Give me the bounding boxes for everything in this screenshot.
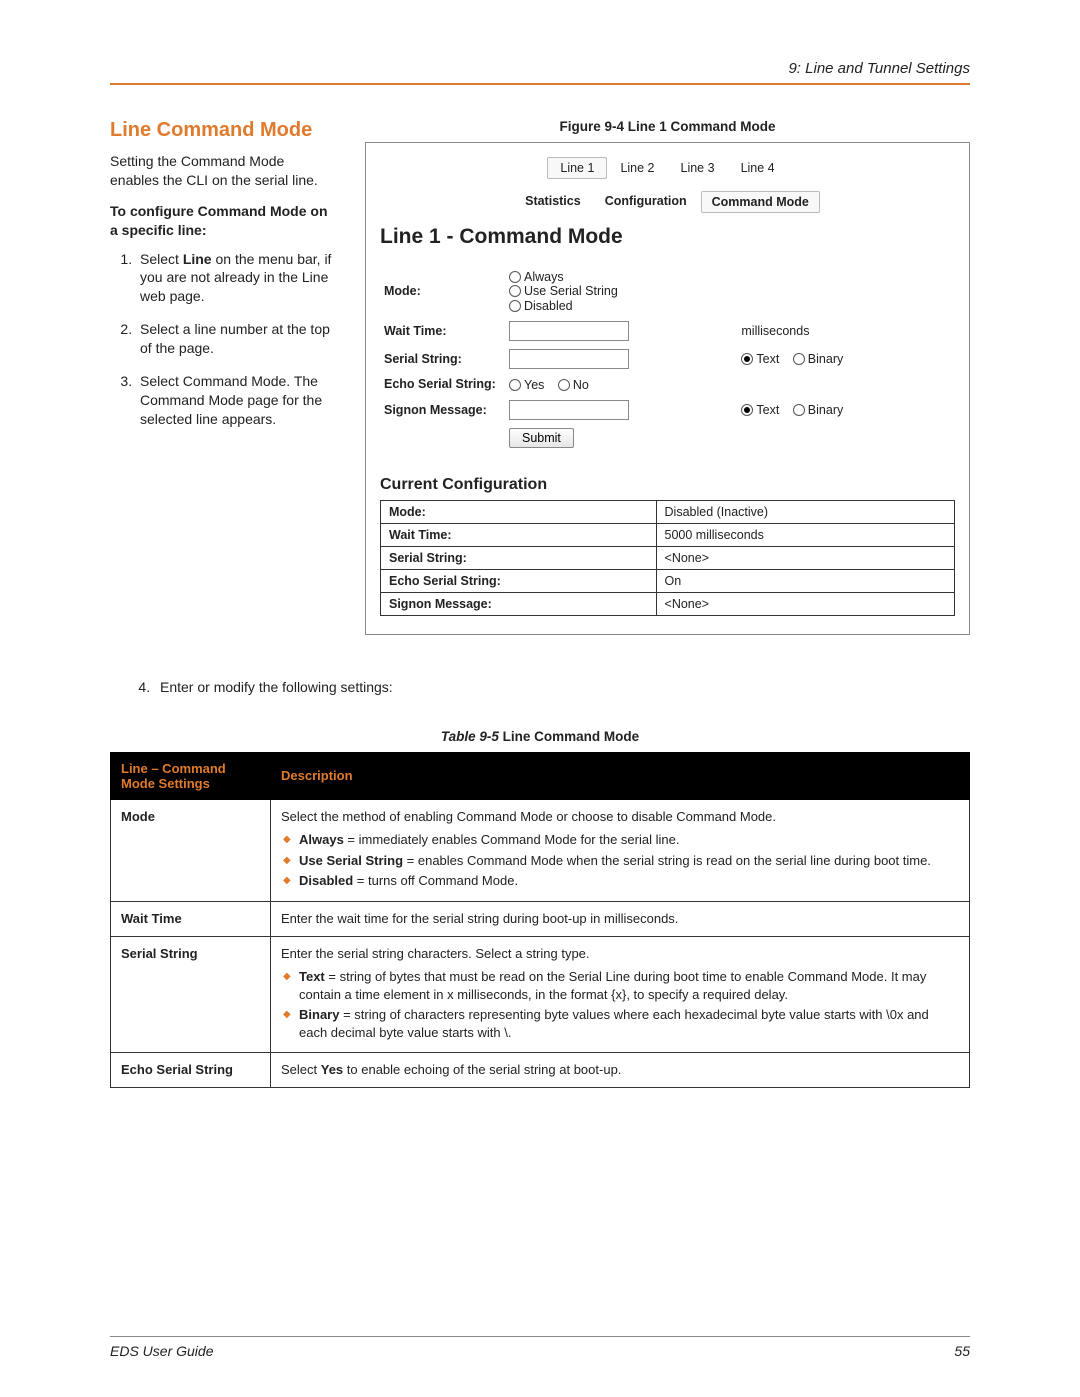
row-mode-label: Mode (111, 799, 271, 901)
section-intro: Setting the Command Mode enables the CLI… (110, 152, 335, 190)
page-title: Line 1 - Command Mode (380, 225, 955, 249)
row-wait-label: Wait Time (111, 902, 271, 937)
wait-unit: milliseconds (737, 317, 955, 345)
mode-radio-serial[interactable] (509, 285, 521, 297)
line-tab-1[interactable]: Line 1 (547, 157, 607, 179)
serial-input[interactable] (509, 349, 629, 369)
cc-v-4: <None> (656, 592, 954, 615)
current-config-table: Mode:Disabled (Inactive) Wait Time:5000 … (380, 500, 955, 616)
cc-k-3: Echo Serial String: (381, 569, 657, 592)
row-echo-label: Echo Serial String (111, 1053, 271, 1088)
section-title: Line Command Mode (110, 119, 335, 142)
col2-header: Description (271, 752, 970, 799)
echo-label: Echo Serial String: (380, 373, 505, 396)
subtab-command-mode[interactable]: Command Mode (701, 191, 820, 213)
serial-type-binary: Binary (808, 352, 843, 366)
cc-k-2: Serial String: (381, 546, 657, 569)
mode-option-serial: Use Serial String (524, 284, 618, 298)
submit-button[interactable]: Submit (509, 428, 574, 448)
footer-page: 55 (954, 1343, 970, 1359)
serial-type-binary-radio[interactable] (793, 353, 805, 365)
header-rule (110, 83, 970, 85)
mode-radio-always[interactable] (509, 271, 521, 283)
step-3: Select Command Mode. The Command Mode pa… (136, 372, 335, 429)
step-1: Select Line on the menu bar, if you are … (136, 250, 335, 307)
echo-no: No (573, 378, 589, 392)
row-mode-desc: Select the method of enabling Command Mo… (271, 799, 970, 901)
serial-type-text: Text (756, 352, 779, 366)
signon-type-text-radio[interactable] (741, 404, 753, 416)
row-serial-label: Serial String (111, 936, 271, 1053)
step-4: Enter or modify the following settings: (154, 679, 970, 695)
cc-v-2: <None> (656, 546, 954, 569)
mode-option-disabled: Disabled (524, 299, 573, 313)
row-wait-desc: Enter the wait time for the serial strin… (271, 902, 970, 937)
figure-caption: Figure 9-4 Line 1 Command Mode (365, 119, 970, 134)
line-tab-4[interactable]: Line 4 (728, 157, 788, 179)
cc-v-1: 5000 milliseconds (656, 523, 954, 546)
mode-option-always: Always (524, 270, 564, 284)
cc-k-4: Signon Message: (381, 592, 657, 615)
mode-label: Mode: (380, 265, 505, 317)
footer-rule (110, 1336, 970, 1337)
signon-input[interactable] (509, 400, 629, 420)
echo-yes: Yes (524, 378, 544, 392)
echo-yes-radio[interactable] (509, 379, 521, 391)
line-tab-2[interactable]: Line 2 (607, 157, 667, 179)
line-tabs: Line 1 Line 2 Line 3 Line 4 (380, 157, 955, 179)
subtab-statistics[interactable]: Statistics (515, 191, 591, 213)
signon-type-binary: Binary (808, 403, 843, 417)
wait-input[interactable] (509, 321, 629, 341)
signon-type-text: Text (756, 403, 779, 417)
current-config-title: Current Configuration (380, 476, 955, 494)
cc-k-1: Wait Time: (381, 523, 657, 546)
footer-left: EDS User Guide (110, 1343, 213, 1359)
subtab-configuration[interactable]: Configuration (595, 191, 697, 213)
chapter-header: 9: Line and Tunnel Settings (110, 60, 970, 77)
table-caption: Table 9-5 Line Command Mode (110, 729, 970, 744)
signon-type-binary-radio[interactable] (793, 404, 805, 416)
cc-v-3: On (656, 569, 954, 592)
subtabs: Statistics Configuration Command Mode (380, 191, 955, 213)
cc-v-0: Disabled (Inactive) (656, 500, 954, 523)
row-echo-desc: Select Yes to enable echoing of the seri… (271, 1053, 970, 1088)
col1-header: Line – Command Mode Settings (111, 752, 271, 799)
wait-label: Wait Time: (380, 317, 505, 345)
mode-radio-disabled[interactable] (509, 300, 521, 312)
line-tab-3[interactable]: Line 3 (668, 157, 728, 179)
signon-label: Signon Message: (380, 396, 505, 424)
row-serial-desc: Enter the serial string characters. Sele… (271, 936, 970, 1053)
cc-k-0: Mode: (381, 500, 657, 523)
echo-no-radio[interactable] (558, 379, 570, 391)
serial-label: Serial String: (380, 345, 505, 373)
figure-screenshot: Line 1 Line 2 Line 3 Line 4 Statistics C… (365, 142, 970, 635)
section-subhead: To configure Command Mode on a specific … (110, 202, 335, 240)
step-2: Select a line number at the top of the p… (136, 320, 335, 358)
description-table: Line – Command Mode Settings Description… (110, 752, 970, 1088)
serial-type-text-radio[interactable] (741, 353, 753, 365)
